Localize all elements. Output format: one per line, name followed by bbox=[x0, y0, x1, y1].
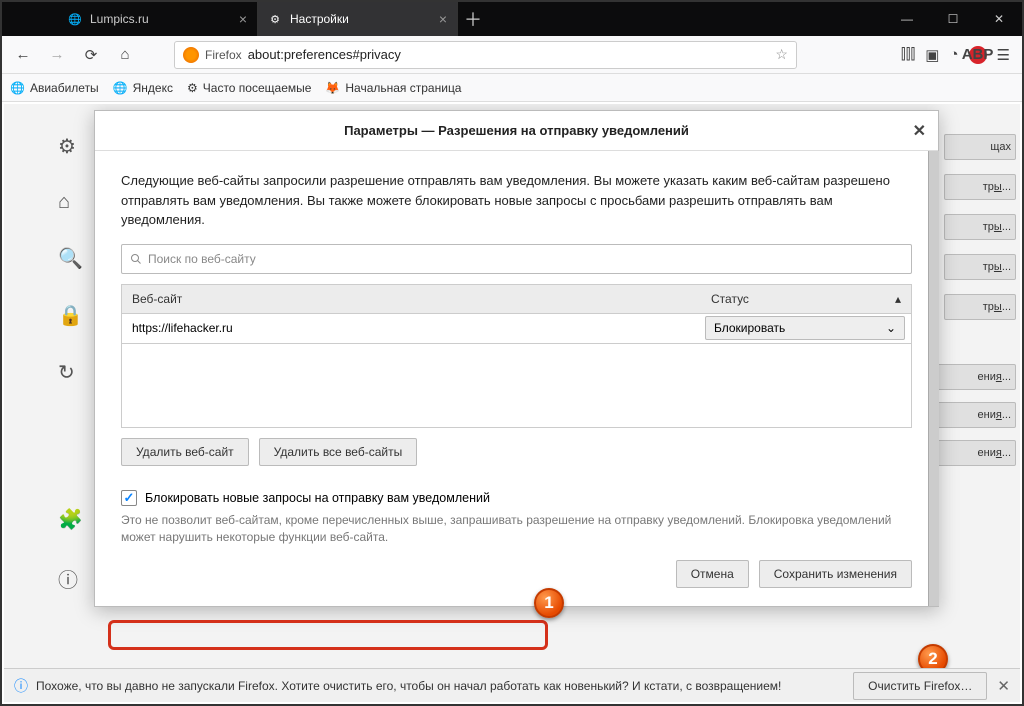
close-icon[interactable]: ✕ bbox=[913, 121, 926, 141]
annotation-badge-2: 2 bbox=[918, 644, 948, 668]
dialog-description: Следующие веб-сайты запросили разрешение… bbox=[121, 171, 912, 230]
status-select[interactable]: Блокировать ⌄ bbox=[705, 316, 905, 340]
bg-btn: тры... bbox=[944, 254, 1016, 280]
firefox-icon bbox=[183, 47, 199, 63]
search-input[interactable]: Поиск по веб-сайту bbox=[121, 244, 912, 274]
extensions-icon[interactable]: 🧩 bbox=[58, 507, 83, 532]
minimize-button[interactable]: — bbox=[884, 2, 930, 36]
col-website[interactable]: Веб-сайт bbox=[122, 292, 701, 306]
table-blank bbox=[121, 344, 912, 428]
close-window-button[interactable]: ✕ bbox=[976, 2, 1022, 36]
library-icon[interactable]: ⫿⫿⫿ bbox=[901, 46, 915, 63]
new-tab-button[interactable]: ＋ bbox=[458, 2, 488, 36]
gear-icon[interactable]: ⚙ bbox=[58, 134, 83, 159]
content-area: ⚙ ⌂ 🔍 🔒 ↻ 🧩 ⓘ щах тры... тры... тры... т… bbox=[4, 104, 1020, 668]
remove-site-button[interactable]: Удалить веб-сайт bbox=[121, 438, 249, 466]
bookmarks-bar: 🌐Авиабилеты 🌐Яндекс ⚙Часто посещаемые 🦊Н… bbox=[2, 74, 1022, 102]
close-icon[interactable]: × bbox=[239, 11, 247, 27]
url-identity: Firefox bbox=[205, 48, 242, 62]
checkbox-hint: Это не позволит веб-сайтам, кроме перечи… bbox=[121, 512, 912, 547]
sort-icon: ▴ bbox=[895, 292, 901, 306]
remove-all-button[interactable]: Удалить все веб-сайты bbox=[259, 438, 418, 466]
help-icon[interactable]: ⓘ bbox=[58, 564, 83, 593]
url-bar[interactable]: Firefox about:preferences#privacy ☆ bbox=[174, 41, 797, 69]
bg-btn: щах bbox=[944, 134, 1016, 160]
annotation-badge-1: 1 bbox=[534, 588, 564, 618]
close-icon[interactable]: ✕ bbox=[997, 677, 1010, 695]
bookmark-star-icon[interactable]: ☆ bbox=[775, 46, 788, 63]
url-address: about:preferences#privacy bbox=[248, 47, 776, 62]
bookmark-topsites[interactable]: ⚙Часто посещаемые bbox=[187, 81, 311, 95]
search-icon[interactable]: 🔍 bbox=[58, 246, 83, 271]
permissions-dialog: Параметры — Разрешения на отправку уведо… bbox=[94, 110, 939, 607]
menu-icon[interactable]: ☰ bbox=[997, 46, 1010, 64]
gear-icon: ⚙ bbox=[187, 81, 198, 95]
scrollbar-thumb[interactable] bbox=[929, 155, 938, 205]
bookmark-startpage[interactable]: 🦊Начальная страница bbox=[325, 81, 461, 95]
navbar: ← → ⟳ ⌂ Firefox about:preferences#privac… bbox=[2, 36, 1022, 74]
block-new-checkbox[interactable]: ✓ bbox=[121, 490, 137, 506]
cancel-button[interactable]: Отмена bbox=[676, 560, 749, 588]
firefox-icon: 🦊 bbox=[325, 81, 340, 95]
sidebar-icon[interactable]: ▣ bbox=[925, 46, 939, 64]
bg-btn: ения... bbox=[932, 440, 1016, 466]
info-icon: ⓘ bbox=[14, 676, 28, 696]
prefs-sidebar: ⚙ ⌂ 🔍 🔒 ↻ 🧩 ⓘ bbox=[58, 134, 83, 593]
dialog-title: Параметры — Разрешения на отправку уведо… bbox=[344, 123, 689, 138]
globe-icon: 🌐 bbox=[113, 81, 128, 95]
tab-label: Настройки bbox=[290, 12, 349, 26]
account-icon[interactable]: ◔ bbox=[949, 46, 958, 63]
bg-btn: тры... bbox=[944, 214, 1016, 240]
bg-buttons-top: щах тры... тры... тры... тры... bbox=[944, 134, 1016, 320]
dialog-title-bar: Параметры — Разрешения на отправку уведо… bbox=[95, 111, 938, 151]
bookmark-flights[interactable]: 🌐Авиабилеты bbox=[10, 81, 99, 95]
close-icon[interactable]: × bbox=[439, 11, 447, 27]
gear-icon: ⚙ bbox=[268, 12, 282, 26]
table-row[interactable]: https://lifehacker.ru Блокировать ⌄ bbox=[121, 314, 912, 344]
home-button[interactable]: ⌂ bbox=[110, 40, 140, 70]
favicon-lumpics: 🌐 bbox=[68, 12, 82, 26]
home-icon[interactable]: ⌂ bbox=[58, 191, 83, 214]
search-icon bbox=[130, 253, 142, 265]
status-value: Блокировать bbox=[714, 321, 785, 335]
tab-lumpics[interactable]: 🌐 Lumpics.ru × bbox=[58, 2, 258, 36]
info-message: Похоже, что вы давно не запускали Firefo… bbox=[36, 679, 781, 693]
bg-btn: тры... bbox=[944, 174, 1016, 200]
table-header: Веб-сайт Статус▴ bbox=[121, 284, 912, 314]
abp-icon[interactable]: ABP bbox=[969, 46, 987, 64]
sync-icon[interactable]: ↻ bbox=[58, 360, 83, 385]
bg-btn: ения... bbox=[932, 402, 1016, 428]
reload-button[interactable]: ⟳ bbox=[76, 40, 106, 70]
titlebar: 🌐 Lumpics.ru × ⚙ Настройки × ＋ — ☐ ✕ bbox=[2, 2, 1022, 36]
cell-site: https://lifehacker.ru bbox=[122, 321, 701, 335]
forward-button: → bbox=[42, 40, 72, 70]
col-status[interactable]: Статус▴ bbox=[701, 292, 911, 306]
info-bar: ⓘ Похоже, что вы давно не запускали Fire… bbox=[4, 668, 1020, 702]
search-placeholder: Поиск по веб-сайту bbox=[148, 252, 256, 266]
bookmark-yandex[interactable]: 🌐Яндекс bbox=[113, 81, 173, 95]
annotation-box-1 bbox=[108, 620, 548, 650]
bg-buttons-mid: ения... ения... ения... bbox=[932, 364, 1016, 466]
save-button[interactable]: Сохранить изменения bbox=[759, 560, 912, 588]
bg-btn: ения... bbox=[932, 364, 1016, 390]
tab-settings[interactable]: ⚙ Настройки × bbox=[258, 2, 458, 36]
tab-label: Lumpics.ru bbox=[90, 12, 149, 26]
checkbox-label: Блокировать новые запросы на отправку ва… bbox=[145, 491, 490, 505]
globe-icon: 🌐 bbox=[10, 81, 25, 95]
refresh-firefox-button[interactable]: Очистить Firefox… bbox=[853, 672, 987, 700]
maximize-button[interactable]: ☐ bbox=[930, 2, 976, 36]
lock-icon[interactable]: 🔒 bbox=[58, 303, 83, 328]
back-button[interactable]: ← bbox=[8, 40, 38, 70]
chevron-down-icon: ⌄ bbox=[886, 321, 896, 335]
bg-btn: тры... bbox=[944, 294, 1016, 320]
